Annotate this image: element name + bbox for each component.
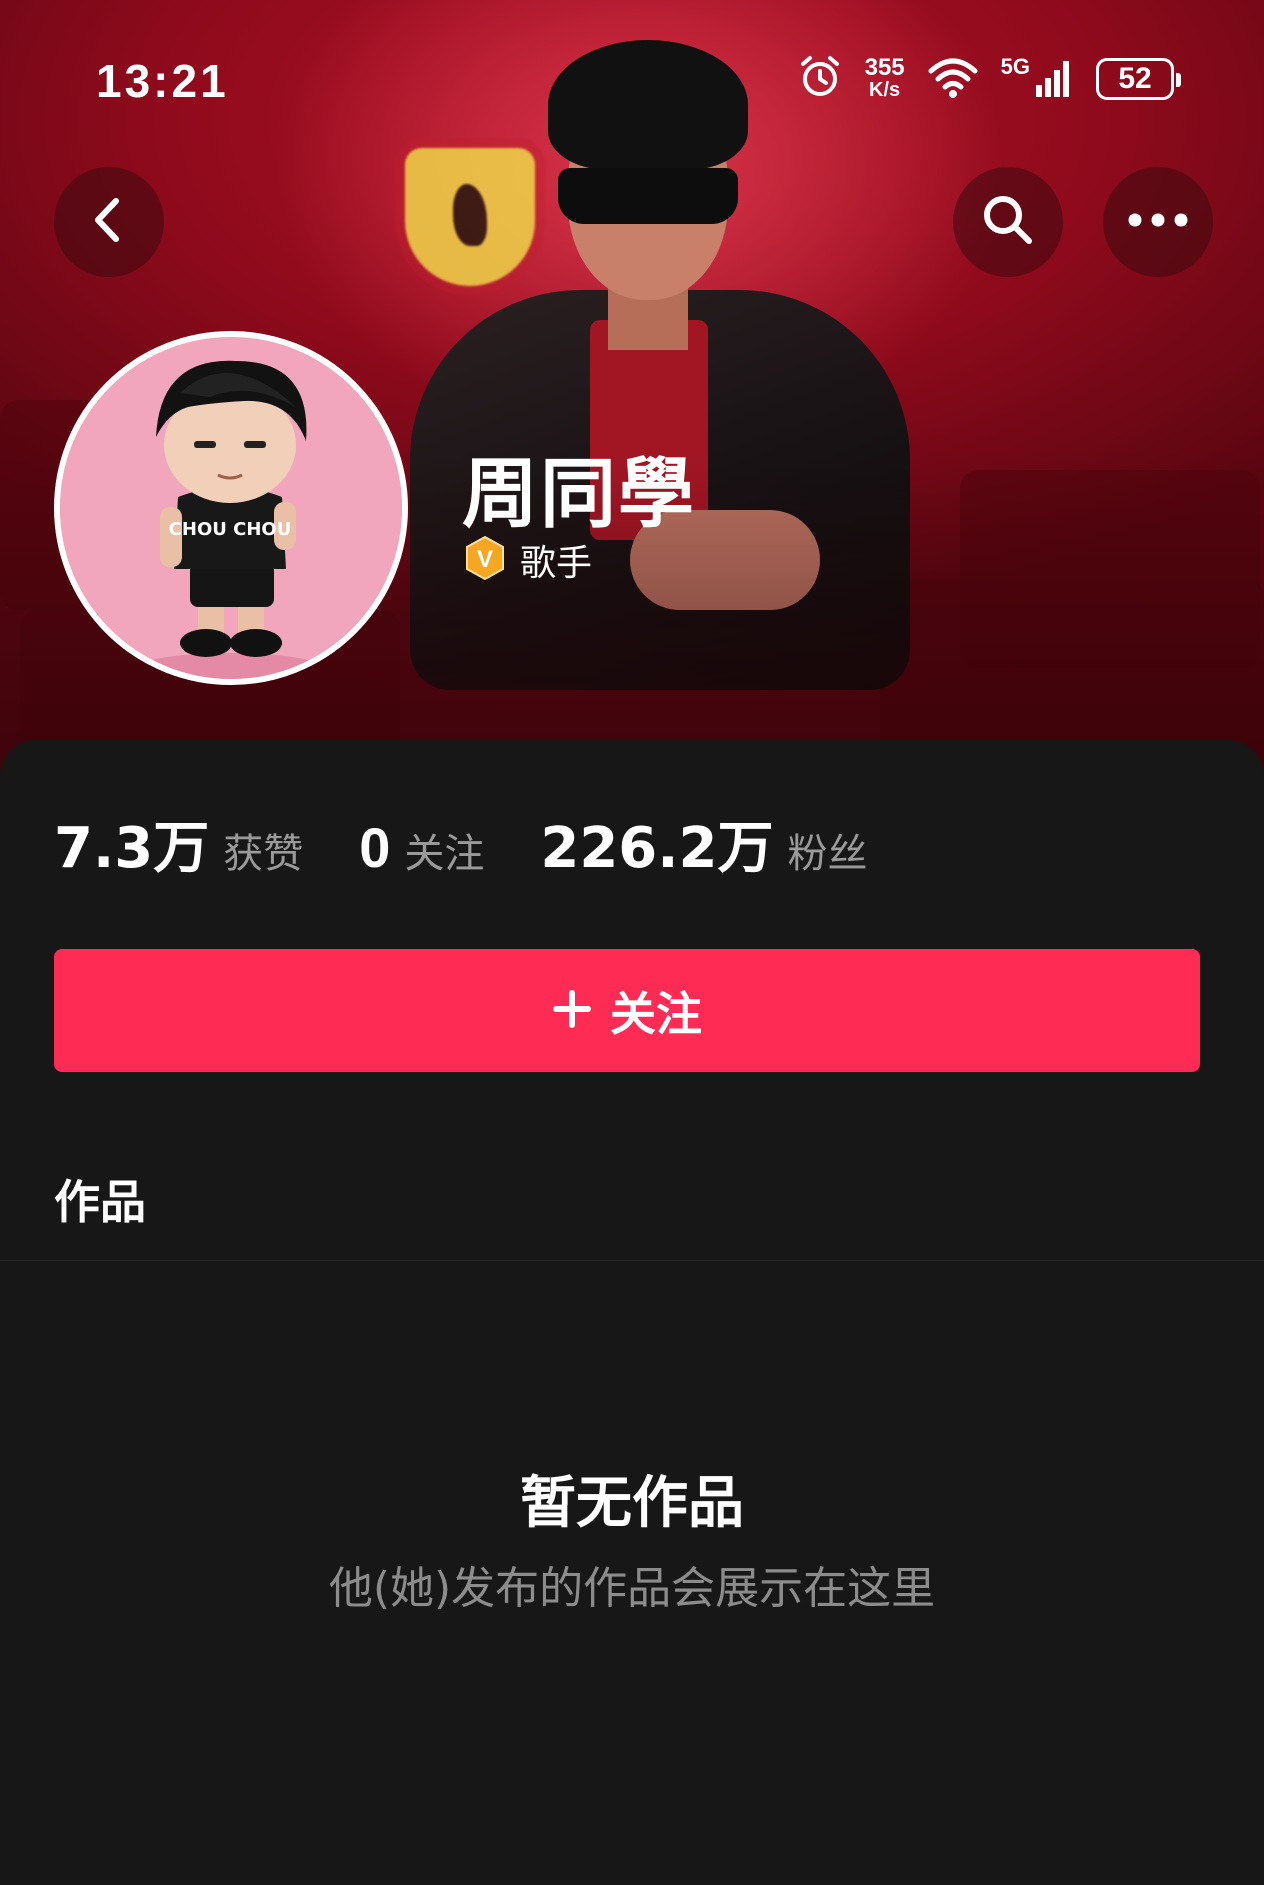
role-label: 歌手 [520, 543, 593, 584]
alarm-icon [797, 54, 843, 104]
avatar[interactable]: CHOU CHOU [54, 331, 408, 685]
follow-button-label: 关注 [610, 986, 702, 1041]
net-speed: 355 K/s [864, 54, 905, 102]
empty-state-title: 暂无作品 [520, 1471, 744, 1536]
stat-value: 226.2万 [540, 816, 774, 881]
stat-likes[interactable]: 7.3万 获赞 [54, 803, 303, 884]
profile-screen: 13:21 355 K/s 5G 52 CHOU CHOU 周同學 V 歌手 7… [0, 0, 1264, 1885]
stat-followers[interactable]: 226.2万 粉丝 [540, 803, 867, 884]
back-button[interactable] [54, 167, 164, 277]
wifi-icon [927, 55, 979, 103]
verified-badge-icon: V [462, 535, 508, 585]
profile-name: 周同學 [462, 449, 696, 538]
empty-state-subtitle: 他(她)发布的作品会展示在这里 [328, 1563, 936, 1614]
stat-label: 关注 [404, 831, 485, 877]
stats-row: 7.3万 获赞 0 关注 226.2万 粉丝 [54, 803, 924, 884]
status-time: 13:21 [96, 55, 229, 107]
status-icons: 355 K/s 5G 52 [797, 54, 1181, 104]
network-type: 5G [1000, 54, 1030, 79]
divider [0, 1260, 1264, 1261]
profile-content-panel: 7.3万 获赞 0 关注 226.2万 粉丝 关注 作品 暂无作品 他(她)发布… [0, 740, 1264, 1885]
battery-indicator: 52 [1096, 58, 1181, 100]
plus-icon [552, 989, 592, 1033]
chibi-figure-illustration: CHOU CHOU [60, 337, 402, 679]
svg-text:V: V [477, 546, 493, 573]
stat-label: 粉丝 [787, 831, 868, 877]
search-button[interactable] [953, 167, 1063, 277]
search-icon [979, 191, 1037, 253]
verified-role: V 歌手 [462, 534, 592, 586]
stat-value: 7.3万 [54, 816, 210, 881]
more-horizontal-icon [1127, 212, 1189, 232]
stat-value: 0 [359, 816, 391, 879]
chevron-left-icon [84, 195, 134, 249]
signal-icon [1034, 57, 1074, 101]
more-button[interactable] [1103, 167, 1213, 277]
stat-label: 获赞 [223, 831, 304, 877]
tab-works[interactable]: 作品 [54, 1166, 146, 1232]
status-bar: 13:21 355 K/s 5G 52 [0, 0, 1264, 160]
stat-following[interactable]: 0 关注 [359, 815, 484, 880]
follow-button[interactable]: 关注 [54, 949, 1200, 1072]
svg-text:CHOU CHOU: CHOU CHOU [169, 519, 292, 540]
